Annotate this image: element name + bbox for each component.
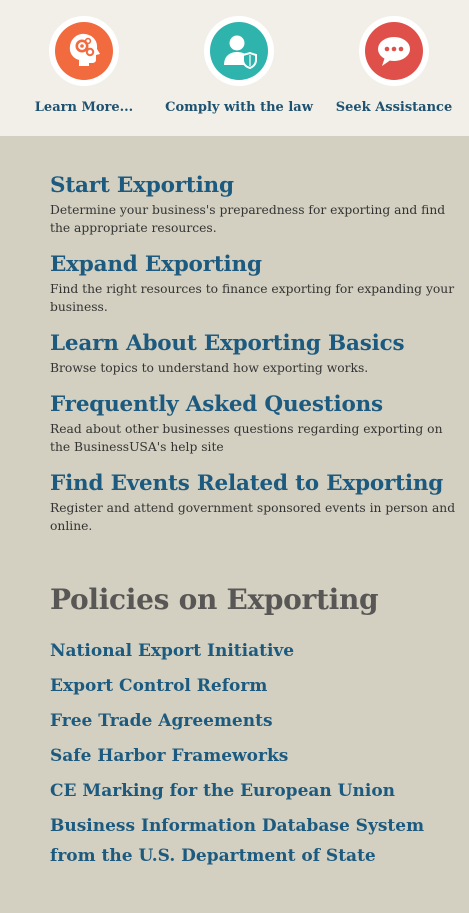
- section-start-exporting: Start Exporting Determine your business'…: [50, 170, 460, 237]
- exporting-sections: Start Exporting Determine your business'…: [50, 170, 460, 547]
- section-title-link[interactable]: Frequently Asked Questions: [50, 389, 460, 421]
- comply-law-icon-circle[interactable]: [204, 16, 274, 86]
- seek-assistance-link[interactable]: Seek Assistance: [314, 100, 469, 115]
- section-expand-exporting: Expand Exporting Find the right resource…: [50, 249, 460, 316]
- policy-link-export-control-reform[interactable]: Export Control Reform: [50, 671, 460, 701]
- comply-law-link[interactable]: Comply with the law: [159, 100, 319, 115]
- section-find-events: Find Events Related to Exporting Registe…: [50, 468, 460, 535]
- section-exporting-basics: Learn About Exporting Basics Browse topi…: [50, 328, 460, 377]
- section-description: Browse topics to understand how exportin…: [50, 361, 369, 375]
- policy-link-ce-marking[interactable]: CE Marking for the European Union: [50, 776, 460, 806]
- policy-link-safe-harbor[interactable]: Safe Harbor Frameworks: [50, 741, 460, 771]
- top-action-band: Learn More... Comply with the law Seek A…: [0, 0, 469, 136]
- learn-more-link[interactable]: Learn More...: [4, 100, 164, 115]
- section-description: Read about other businesses questions re…: [50, 422, 443, 454]
- seek-assistance-tile[interactable]: Seek Assistance: [314, 16, 469, 115]
- section-title-link[interactable]: Find Events Related to Exporting: [50, 468, 460, 500]
- policies-heading: Policies on Exporting: [50, 583, 379, 616]
- seek-assistance-icon-circle[interactable]: [359, 16, 429, 86]
- policy-link-business-information-database[interactable]: Business Information Database System fro…: [50, 811, 460, 871]
- comply-law-tile[interactable]: Comply with the law: [159, 16, 319, 115]
- section-description: Find the right resources to finance expo…: [50, 282, 455, 314]
- head-gears-icon: [69, 33, 100, 66]
- section-faq: Frequently Asked Questions Read about ot…: [50, 389, 460, 456]
- section-description: Determine your business's preparedness f…: [50, 203, 446, 235]
- section-title-link[interactable]: Learn About Exporting Basics: [50, 328, 460, 360]
- policy-link-national-export-initiative[interactable]: National Export Initiative: [50, 636, 460, 666]
- user-shield-icon: [224, 35, 257, 70]
- section-title-link[interactable]: Expand Exporting: [50, 249, 460, 281]
- chat-bubble-icon: [378, 37, 410, 66]
- policy-link-free-trade-agreements[interactable]: Free Trade Agreements: [50, 706, 460, 736]
- policies-link-list: National Export Initiative Export Contro…: [50, 636, 460, 876]
- section-description: Register and attend government sponsored…: [50, 501, 456, 533]
- learn-more-tile[interactable]: Learn More...: [4, 16, 164, 115]
- section-title-link[interactable]: Start Exporting: [50, 170, 460, 202]
- learn-more-icon-circle[interactable]: [49, 16, 119, 86]
